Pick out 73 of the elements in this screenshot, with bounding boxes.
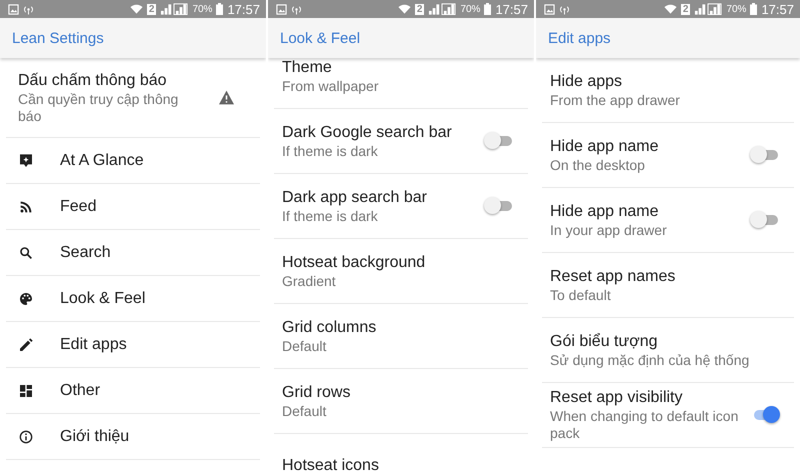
- menu-item[interactable]: At A Glance: [6, 138, 260, 184]
- setting-summary: Sử dụng mặc định của hệ thống: [550, 352, 750, 368]
- setting-summary: If theme is dark: [282, 142, 379, 160]
- menu-item[interactable]: Look & Feel: [6, 276, 260, 322]
- wifi-icon: [664, 3, 677, 15]
- signal-icon: [23, 4, 34, 14]
- setting-summary: Default: [282, 338, 328, 354]
- setting-title: Hotseat icons: [282, 456, 380, 473]
- setting-title: Gói biểu tượng: [550, 332, 658, 352]
- image-icon: [8, 4, 19, 14]
- warning-icon: [218, 90, 235, 105]
- menu-item[interactable]: Edit apps: [6, 322, 260, 368]
- pencil-icon: [18, 336, 34, 352]
- status-time: 17:57: [495, 2, 528, 16]
- sim-badge: 2: [680, 4, 690, 14]
- toggle-switch[interactable]: [750, 146, 778, 164]
- wifi-icon: [130, 3, 143, 15]
- setting-title: Dark Google search bar: [282, 122, 453, 142]
- search-icon: [18, 244, 34, 260]
- screen-title: Look & Feel: [280, 30, 360, 46]
- status-time: 17:57: [227, 2, 260, 16]
- battery-percentage: 70%: [726, 4, 746, 14]
- palette-icon: [18, 290, 34, 306]
- image-icon: [276, 4, 287, 14]
- toggle-switch[interactable]: [750, 211, 778, 229]
- rss-icon: [18, 198, 34, 214]
- sim-badge: 2: [414, 4, 424, 14]
- setting-title: Dark app search bar: [282, 188, 428, 208]
- menu-item[interactable]: Search: [6, 230, 260, 276]
- battery-icon: [750, 3, 758, 15]
- battery-percentage: 70%: [460, 4, 480, 14]
- toggle-switch[interactable]: [484, 132, 512, 150]
- signal-bars-icon: [428, 3, 456, 15]
- menu-item[interactable]: Feed: [6, 184, 260, 230]
- setting-title: Grid rows: [282, 382, 352, 402]
- menu-item[interactable]: Giới thiệu: [6, 414, 260, 460]
- setting-summary: Default: [282, 402, 328, 420]
- battery-icon: [216, 3, 224, 15]
- setting-title: Dấu chấm thông báo: [18, 70, 168, 90]
- setting-summary: If theme is dark: [282, 208, 379, 224]
- screen-title: Edit apps: [548, 30, 611, 46]
- wifi-icon: [398, 3, 411, 15]
- setting-summary: To default: [550, 286, 612, 304]
- setting-title: Hotseat background: [282, 252, 426, 272]
- signal-icon: [291, 4, 302, 14]
- setting-summary: On the desktop: [550, 156, 646, 174]
- signal-bars-icon: [160, 3, 188, 15]
- info-icon: [18, 428, 34, 444]
- setting-summary: Cần quyền truy cập thông báo: [18, 90, 180, 124]
- status-time: 17:57: [761, 2, 794, 16]
- setting-summary: Gradient: [282, 272, 337, 290]
- setting-summary: In your app drawer: [550, 222, 668, 238]
- setting-summary: From wallpaper: [282, 78, 380, 94]
- toggle-switch[interactable]: [484, 197, 512, 215]
- sim-badge: 2: [146, 4, 156, 14]
- setting-title: Hide app name: [550, 202, 660, 222]
- setting-title: Theme: [282, 58, 333, 78]
- setting-title: Hide app name: [550, 136, 660, 156]
- setting-summary: From the app drawer: [550, 92, 681, 108]
- screen-title: Lean Settings: [12, 30, 104, 46]
- setting-summary: When changing to default icon pack: [550, 408, 740, 442]
- dashboard-icon: [18, 382, 34, 398]
- battery-icon: [484, 3, 492, 15]
- battery-percentage: 70%: [192, 4, 212, 14]
- menu-item[interactable]: Other: [6, 368, 260, 414]
- signal-bars-icon: [694, 3, 722, 15]
- setting-title: Hide apps: [550, 72, 624, 92]
- setting-title: Reset app visibility: [550, 388, 684, 408]
- setting-title: Grid columns: [282, 318, 378, 338]
- signal-icon: [559, 4, 570, 14]
- setting-title: Reset app names: [550, 266, 676, 286]
- image-icon: [544, 4, 555, 14]
- message-icon: [18, 152, 34, 168]
